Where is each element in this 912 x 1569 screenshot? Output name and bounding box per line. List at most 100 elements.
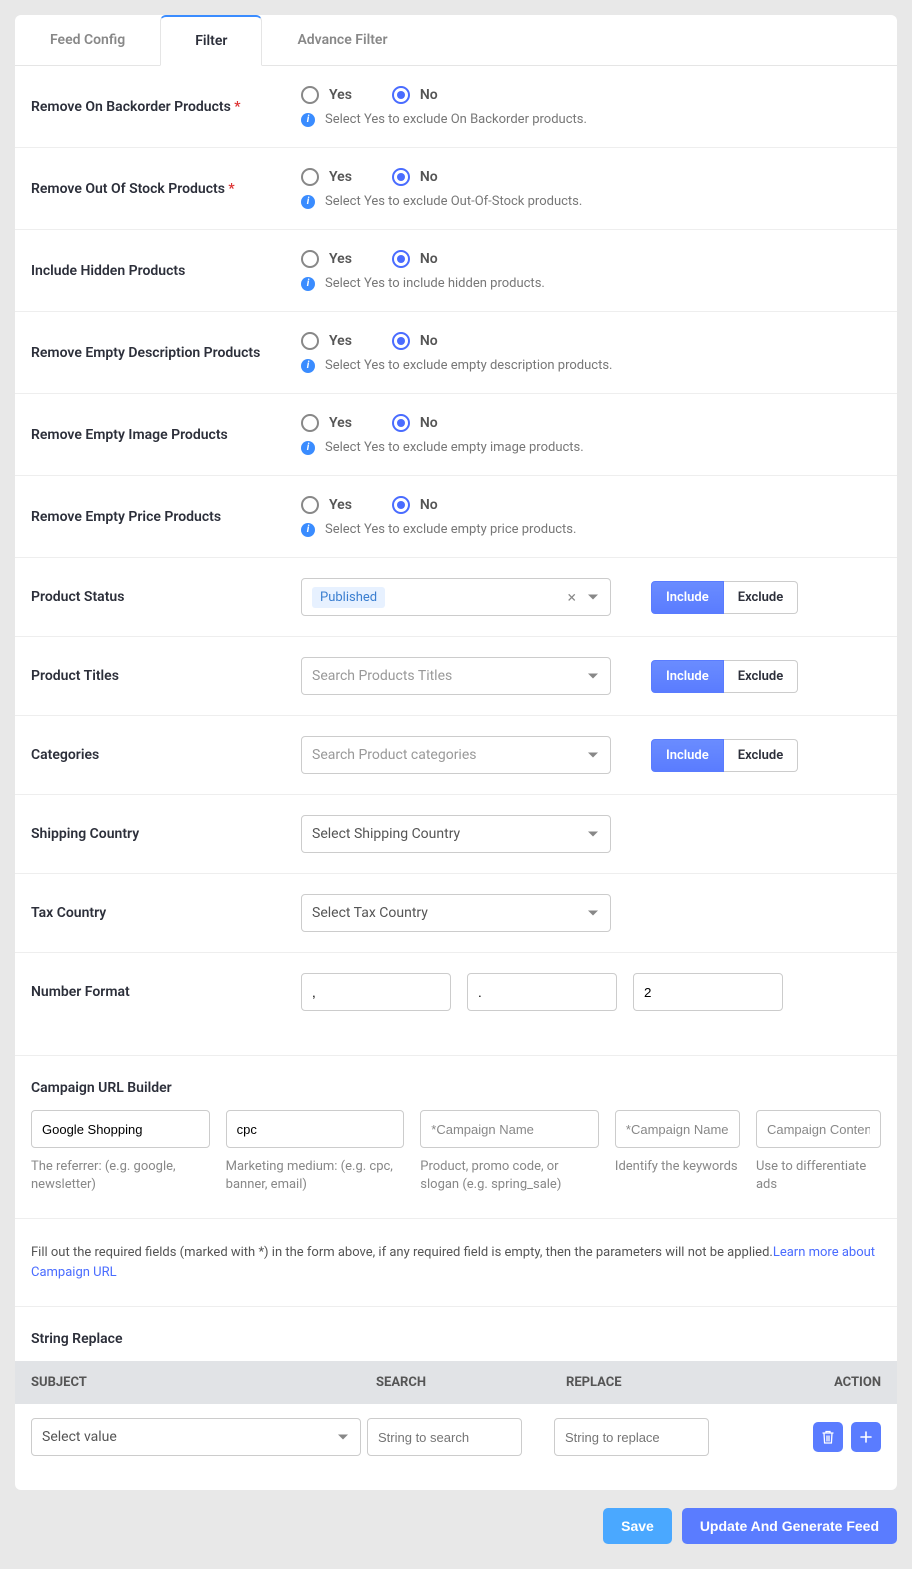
help-oos: Select Yes to exclude Out-Of-Stock produ…: [325, 194, 582, 209]
input-campaign-name[interactable]: [420, 1110, 599, 1148]
input-decimal-sep[interactable]: [467, 973, 617, 1011]
section-campaign-url: Campaign URL Builder The referrer: (e.g.…: [15, 1055, 897, 1194]
input-replace-string[interactable]: [554, 1418, 709, 1456]
radio-backorder-yes[interactable]: Yes: [301, 86, 352, 104]
row-number-format: Number Format: [15, 953, 897, 1031]
toggle-exclude[interactable]: Exclude: [724, 739, 799, 772]
input-thousand-sep[interactable]: [301, 973, 451, 1011]
info-icon: i: [301, 441, 315, 455]
save-button[interactable]: Save: [603, 1508, 672, 1544]
row-remove-backorder: Remove On Backorder Products * Yes No iS…: [15, 66, 897, 148]
radio-icon: [392, 496, 410, 514]
note-text: Fill out the required fields (marked wit…: [31, 1245, 773, 1260]
toggle-titles: Include Exclude: [651, 660, 798, 693]
label-empty-price: Remove Empty Price Products: [31, 509, 301, 525]
radio-icon: [301, 332, 319, 350]
hint-medium: Marketing medium: (e.g. cpc, banner, ema…: [226, 1158, 405, 1194]
row-remove-empty-img: Remove Empty Image Products Yes No i Sele…: [15, 394, 897, 476]
radio-oos-no[interactable]: No: [392, 168, 438, 186]
radio-empty-img-no[interactable]: No: [392, 414, 438, 432]
placeholder-text: Search Product categories: [312, 747, 477, 763]
toggle-exclude[interactable]: Exclude: [724, 660, 799, 693]
radio-icon: [392, 414, 410, 432]
radio-icon: [301, 496, 319, 514]
add-button[interactable]: [851, 1422, 881, 1452]
help-empty-img: Select Yes to exclude empty image produc…: [325, 440, 584, 455]
help-backorder: Select Yes to exclude On Backorder produ…: [325, 112, 587, 127]
select-subject[interactable]: Select value: [31, 1418, 361, 1456]
chevron-down-icon: [588, 832, 598, 837]
label-numfmt: Number Format: [31, 984, 301, 1000]
trash-icon: [822, 1430, 834, 1444]
placeholder-text: Select value: [42, 1429, 117, 1445]
row-remove-empty-desc: Remove Empty Description Products Yes No…: [15, 312, 897, 394]
section-string-replace: String Replace SUBJECT SEARCH REPLACE AC…: [15, 1306, 897, 1470]
radio-hidden-no[interactable]: No: [392, 250, 438, 268]
input-source[interactable]: [31, 1110, 210, 1148]
label-status: Product Status: [31, 589, 301, 605]
toggle-include[interactable]: Include: [651, 739, 724, 772]
campaign-title: Campaign URL Builder: [31, 1080, 881, 1096]
radio-icon: [301, 250, 319, 268]
radio-hidden-yes[interactable]: Yes: [301, 250, 352, 268]
chevron-down-icon: [338, 1435, 348, 1440]
tab-advance-filter[interactable]: Advance Filter: [262, 15, 422, 65]
plus-icon: [860, 1431, 872, 1443]
input-term[interactable]: [615, 1110, 740, 1148]
select-categories[interactable]: Search Product categories: [301, 736, 611, 774]
input-decimals[interactable]: [633, 973, 783, 1011]
toggle-exclude[interactable]: Exclude: [724, 581, 799, 614]
label-hidden: Include Hidden Products: [31, 263, 301, 279]
select-tax[interactable]: Select Tax Country: [301, 894, 611, 932]
radio-empty-price-no[interactable]: No: [392, 496, 438, 514]
row-shipping-country: Shipping Country Select Shipping Country: [15, 795, 897, 874]
toggle-include[interactable]: Include: [651, 581, 724, 614]
label-ship: Shipping Country: [31, 826, 301, 842]
tab-filter[interactable]: Filter: [160, 15, 262, 66]
radio-empty-desc-yes[interactable]: Yes: [301, 332, 352, 350]
input-medium[interactable]: [226, 1110, 405, 1148]
select-shipping[interactable]: Select Shipping Country: [301, 815, 611, 853]
radio-oos-yes[interactable]: Yes: [301, 168, 352, 186]
tab-feed-config[interactable]: Feed Config: [15, 15, 160, 65]
chevron-down-icon: [588, 595, 598, 600]
label-categories: Categories: [31, 747, 301, 763]
chevron-down-icon: [588, 911, 598, 916]
tag-published: Published: [312, 587, 385, 608]
radio-backorder-no[interactable]: No: [392, 86, 438, 104]
tabs: Feed Config Filter Advance Filter: [15, 15, 897, 66]
label-empty-img: Remove Empty Image Products: [31, 427, 301, 443]
clear-icon[interactable]: ×: [567, 588, 576, 607]
info-icon: i: [301, 113, 315, 127]
radio-empty-img-yes[interactable]: Yes: [301, 414, 352, 432]
input-search-string[interactable]: [367, 1418, 522, 1456]
footer-actions: Save Update And Generate Feed: [15, 1490, 897, 1554]
generate-button[interactable]: Update And Generate Feed: [682, 1508, 897, 1544]
required-asterisk: *: [234, 99, 240, 115]
row-categories: Categories Search Product categories Inc…: [15, 716, 897, 795]
row-include-hidden: Include Hidden Products Yes No iSelect Y…: [15, 230, 897, 312]
label-titles: Product Titles: [31, 668, 301, 684]
th-replace: REPLACE: [566, 1375, 756, 1390]
select-status[interactable]: Published ×: [301, 578, 611, 616]
th-search: SEARCH: [376, 1375, 566, 1390]
placeholder-text: Select Shipping Country: [312, 826, 460, 842]
toggle-status: Include Exclude: [651, 581, 798, 614]
table-row: Select value: [15, 1404, 897, 1470]
radio-empty-desc-no[interactable]: No: [392, 332, 438, 350]
label-empty-desc: Remove Empty Description Products: [31, 345, 301, 361]
label-oos: Remove Out Of Stock Products: [31, 181, 225, 197]
info-icon: i: [301, 359, 315, 373]
row-tax-country: Tax Country Select Tax Country: [15, 874, 897, 953]
label-tax: Tax Country: [31, 905, 301, 921]
select-titles[interactable]: Search Products Titles: [301, 657, 611, 695]
placeholder-text: Select Tax Country: [312, 905, 428, 921]
string-replace-title: String Replace: [31, 1331, 881, 1347]
delete-button[interactable]: [813, 1422, 843, 1452]
row-remove-empty-price: Remove Empty Price Products Yes No iSele…: [15, 476, 897, 558]
toggle-include[interactable]: Include: [651, 660, 724, 693]
input-content[interactable]: [756, 1110, 881, 1148]
help-empty-price: Select Yes to exclude empty price produc…: [325, 522, 576, 537]
row-remove-oos: Remove Out Of Stock Products * Yes No iS…: [15, 148, 897, 230]
radio-empty-price-yes[interactable]: Yes: [301, 496, 352, 514]
